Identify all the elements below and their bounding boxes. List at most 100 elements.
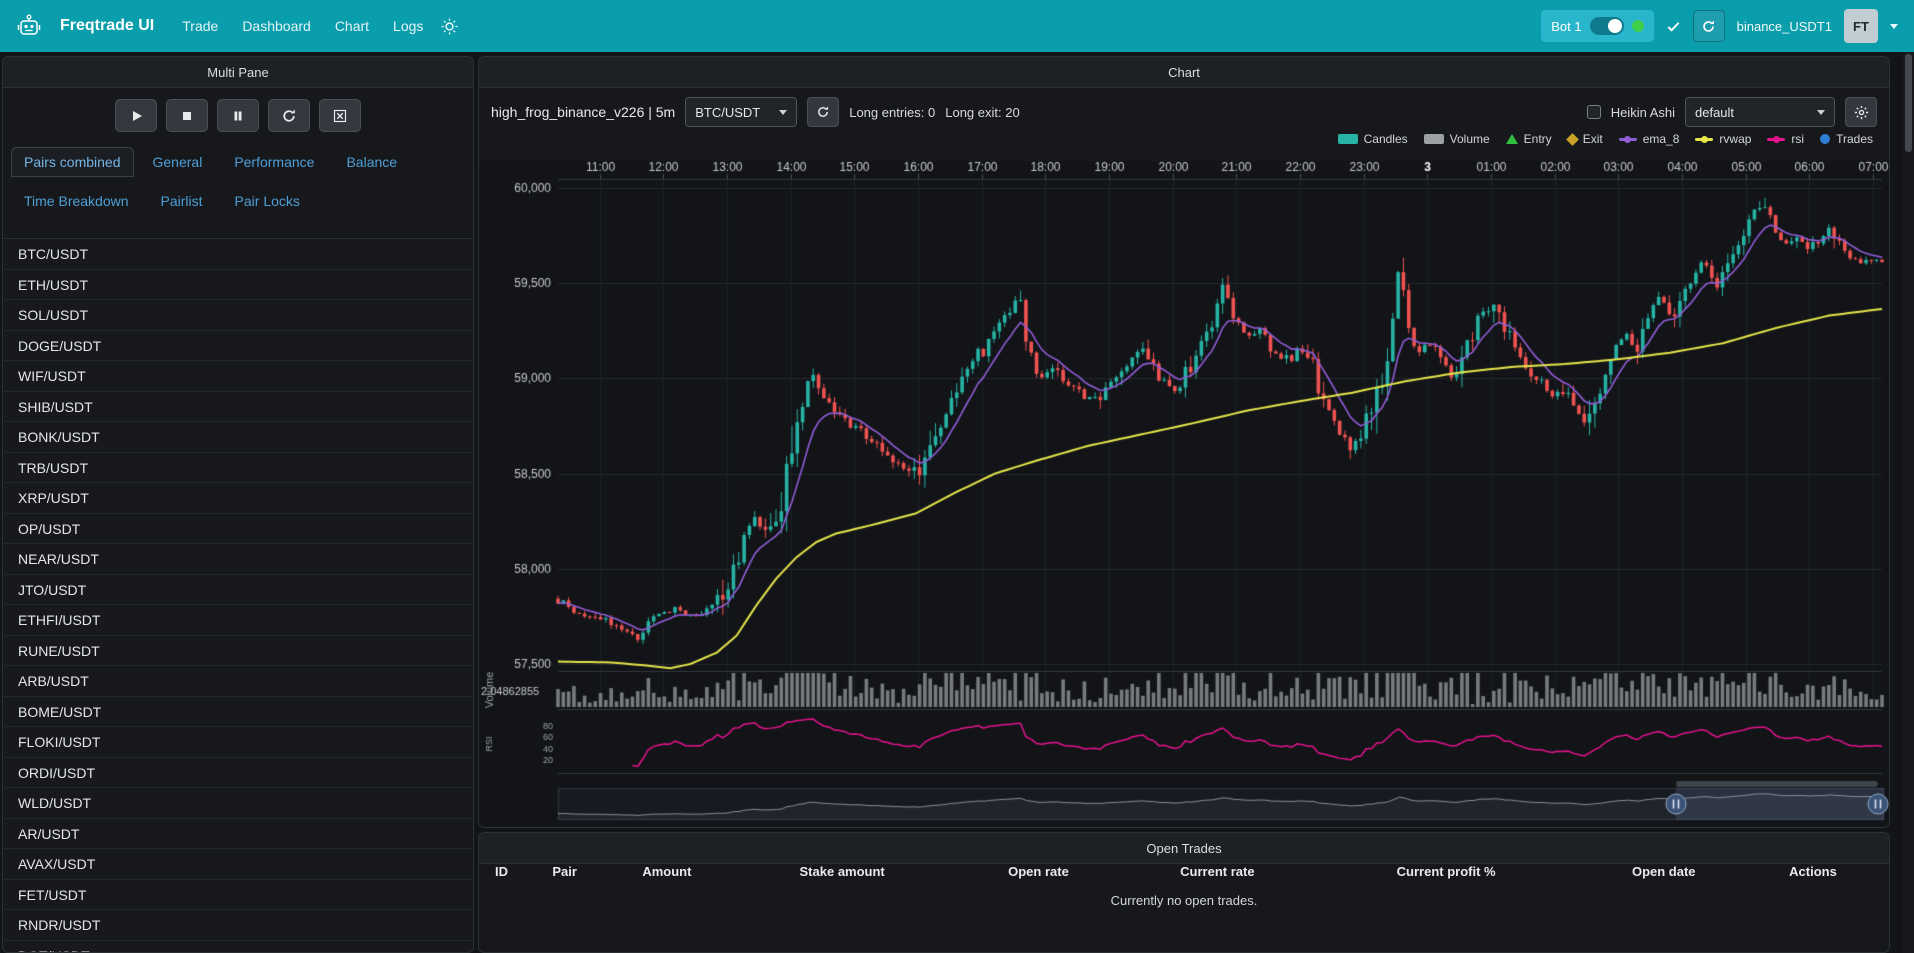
pair-row-arb-usdt[interactable]: ARB/USDT [4,666,472,697]
nav-item-dashboard[interactable]: Dashboard [242,18,311,34]
bot-selector[interactable]: Bot 1 [1541,10,1653,42]
legend-ema-8[interactable]: ema_8 [1619,132,1680,146]
nav-item-logs[interactable]: Logs [393,18,423,34]
legend-trades[interactable]: Trades [1820,132,1873,146]
open-trades-panel: Open Trades IDPairAmountStake amountOpen… [478,832,1890,953]
pause-button[interactable] [217,99,259,132]
pair-row-bome-usdt[interactable]: BOME/USDT [4,697,472,728]
pair-row-rndr-usdt[interactable]: RNDR/USDT [4,910,472,941]
page-scrollbar[interactable] [1903,52,1914,953]
toggle-knob [1608,19,1622,33]
legend-volume[interactable]: Volume [1424,132,1490,146]
pair-row-op-usdt[interactable]: OP/USDT [4,514,472,545]
tab-pairs-combined[interactable]: Pairs combined [11,147,134,177]
scrollbar-thumb[interactable] [1905,54,1912,152]
pair-row-jto-usdt[interactable]: JTO/USDT [4,575,472,606]
theme-toggle-icon[interactable] [441,18,458,35]
pair-row-ordi-usdt[interactable]: ORDI/USDT [4,758,472,789]
column-current-rate: Current rate [1180,864,1397,890]
legend-label: Entry [1524,132,1552,146]
pair-row-near-usdt[interactable]: NEAR/USDT [4,544,472,575]
strategy-label: high_frog_binance_v226 | 5m [491,104,675,120]
long-exit-label: Long exit: 20 [945,105,1019,120]
legend-rsi[interactable]: rsi [1767,132,1804,146]
play-icon [128,108,144,124]
refresh-chart-button[interactable] [807,97,839,127]
chart-toolbar: high_frog_binance_v226 | 5m BTC/USDT Lon… [491,96,1877,128]
pair-row-rune-usdt[interactable]: RUNE/USDT [4,636,472,667]
tab-performance[interactable]: Performance [221,147,327,177]
column-pair: Pair [552,864,642,890]
pair-row-wld-usdt[interactable]: WLD/USDT [4,788,472,819]
tabs-row-2: Time BreakdownPairlistPair Locks [11,186,465,216]
plot-config-select[interactable]: default [1685,97,1835,127]
rsi-swatch-icon [1767,138,1785,141]
bot-toggle[interactable] [1590,17,1624,35]
reload-bot-button[interactable] [1693,10,1725,42]
pair-select-value: BTC/USDT [695,105,760,120]
trades-swatch-icon [1820,134,1830,144]
chart-panel: Chart high_frog_binance_v226 | 5m BTC/US… [478,56,1890,828]
chevron-down-icon[interactable] [1890,24,1898,29]
tab-pair-locks[interactable]: Pair Locks [222,186,313,216]
tab-time-breakdown[interactable]: Time Breakdown [11,186,142,216]
legend-label: rsi [1791,132,1804,146]
plot-config-value: default [1695,105,1734,120]
column-current-profit-: Current profit % [1397,864,1632,890]
chevron-down-icon [1817,110,1825,115]
pair-row-fet-usdt[interactable]: FET/USDT [4,880,472,911]
main-nav: Trade Dashboard Chart Logs [182,18,423,34]
column-stake-amount: Stake amount [800,864,1009,890]
check-icon [1666,19,1681,34]
chart-panel-header: Chart [479,57,1889,88]
legend-label: ema_8 [1643,132,1680,146]
pair-row-dot-usdt[interactable]: DOT/USDT [4,941,472,953]
ema_8-swatch-icon [1619,138,1637,141]
pair-list: BTC/USDTETH/USDTSOL/USDTDOGE/USDTWIF/USD… [4,238,472,952]
navbar-right: Bot 1 binance_USDT1 FT [1541,9,1898,43]
legend-rvwap[interactable]: rvwap [1695,132,1751,146]
play-button[interactable] [115,99,157,132]
tabs-row-1: Pairs combinedGeneralPerformanceBalance [11,147,465,177]
pair-row-avax-usdt[interactable]: AVAX/USDT [4,849,472,880]
user-avatar[interactable]: FT [1844,9,1878,43]
price-chart-canvas[interactable] [479,161,1889,828]
pair-row-ethfi-usdt[interactable]: ETHFI/USDT [4,605,472,636]
multi-pane-panel: Multi Pane Pairs combinedGeneralPerforma… [2,56,474,953]
tab-pairlist[interactable]: Pairlist [148,186,216,216]
pair-select[interactable]: BTC/USDT [685,97,797,127]
pair-row-trb-usdt[interactable]: TRB/USDT [4,453,472,484]
pair-row-sol-usdt[interactable]: SOL/USDT [4,300,472,331]
pair-row-ar-usdt[interactable]: AR/USDT [4,819,472,850]
legend-candles[interactable]: Candles [1338,132,1408,146]
chart-legend: Candles Volume Entry Exit ema_8 rvwap rsi Trade… [493,129,1873,149]
stop-icon [179,108,195,124]
column-open-rate: Open rate [1008,864,1180,890]
pair-row-doge-usdt[interactable]: DOGE/USDT [4,331,472,362]
pair-row-xrp-usdt[interactable]: XRP/USDT [4,483,472,514]
app-title: Freqtrade UI [60,17,154,35]
legend-label: Volume [1450,132,1490,146]
pair-row-wif-usdt[interactable]: WIF/USDT [4,361,472,392]
pair-row-btc-usdt[interactable]: BTC/USDT [4,239,472,270]
stop-button[interactable] [166,99,208,132]
long-entries-label: Long entries: 0 [849,105,935,120]
column-open-date: Open date [1632,864,1789,890]
plot-settings-button[interactable] [1845,97,1877,127]
legend-entry[interactable]: Entry [1506,132,1552,146]
pair-row-bonk-usdt[interactable]: BONK/USDT [4,422,472,453]
legend-label: Trades [1836,132,1873,146]
discard-chart-button[interactable] [319,99,361,132]
pair-row-floki-usdt[interactable]: FLOKI/USDT [4,727,472,758]
freqtrade-logo-icon [16,13,42,39]
legend-exit[interactable]: Exit [1568,132,1603,146]
pair-row-shib-usdt[interactable]: SHIB/USDT [4,392,472,423]
navbar: Freqtrade UI Trade Dashboard Chart Logs Bot… [0,0,1914,52]
nav-item-chart[interactable]: Chart [335,18,369,34]
pair-row-eth-usdt[interactable]: ETH/USDT [4,270,472,301]
refresh-button[interactable] [268,99,310,132]
tab-general[interactable]: General [140,147,216,177]
nav-item-trade[interactable]: Trade [182,18,218,34]
heikin-ashi-checkbox[interactable] [1587,105,1601,119]
tab-balance[interactable]: Balance [333,147,410,177]
